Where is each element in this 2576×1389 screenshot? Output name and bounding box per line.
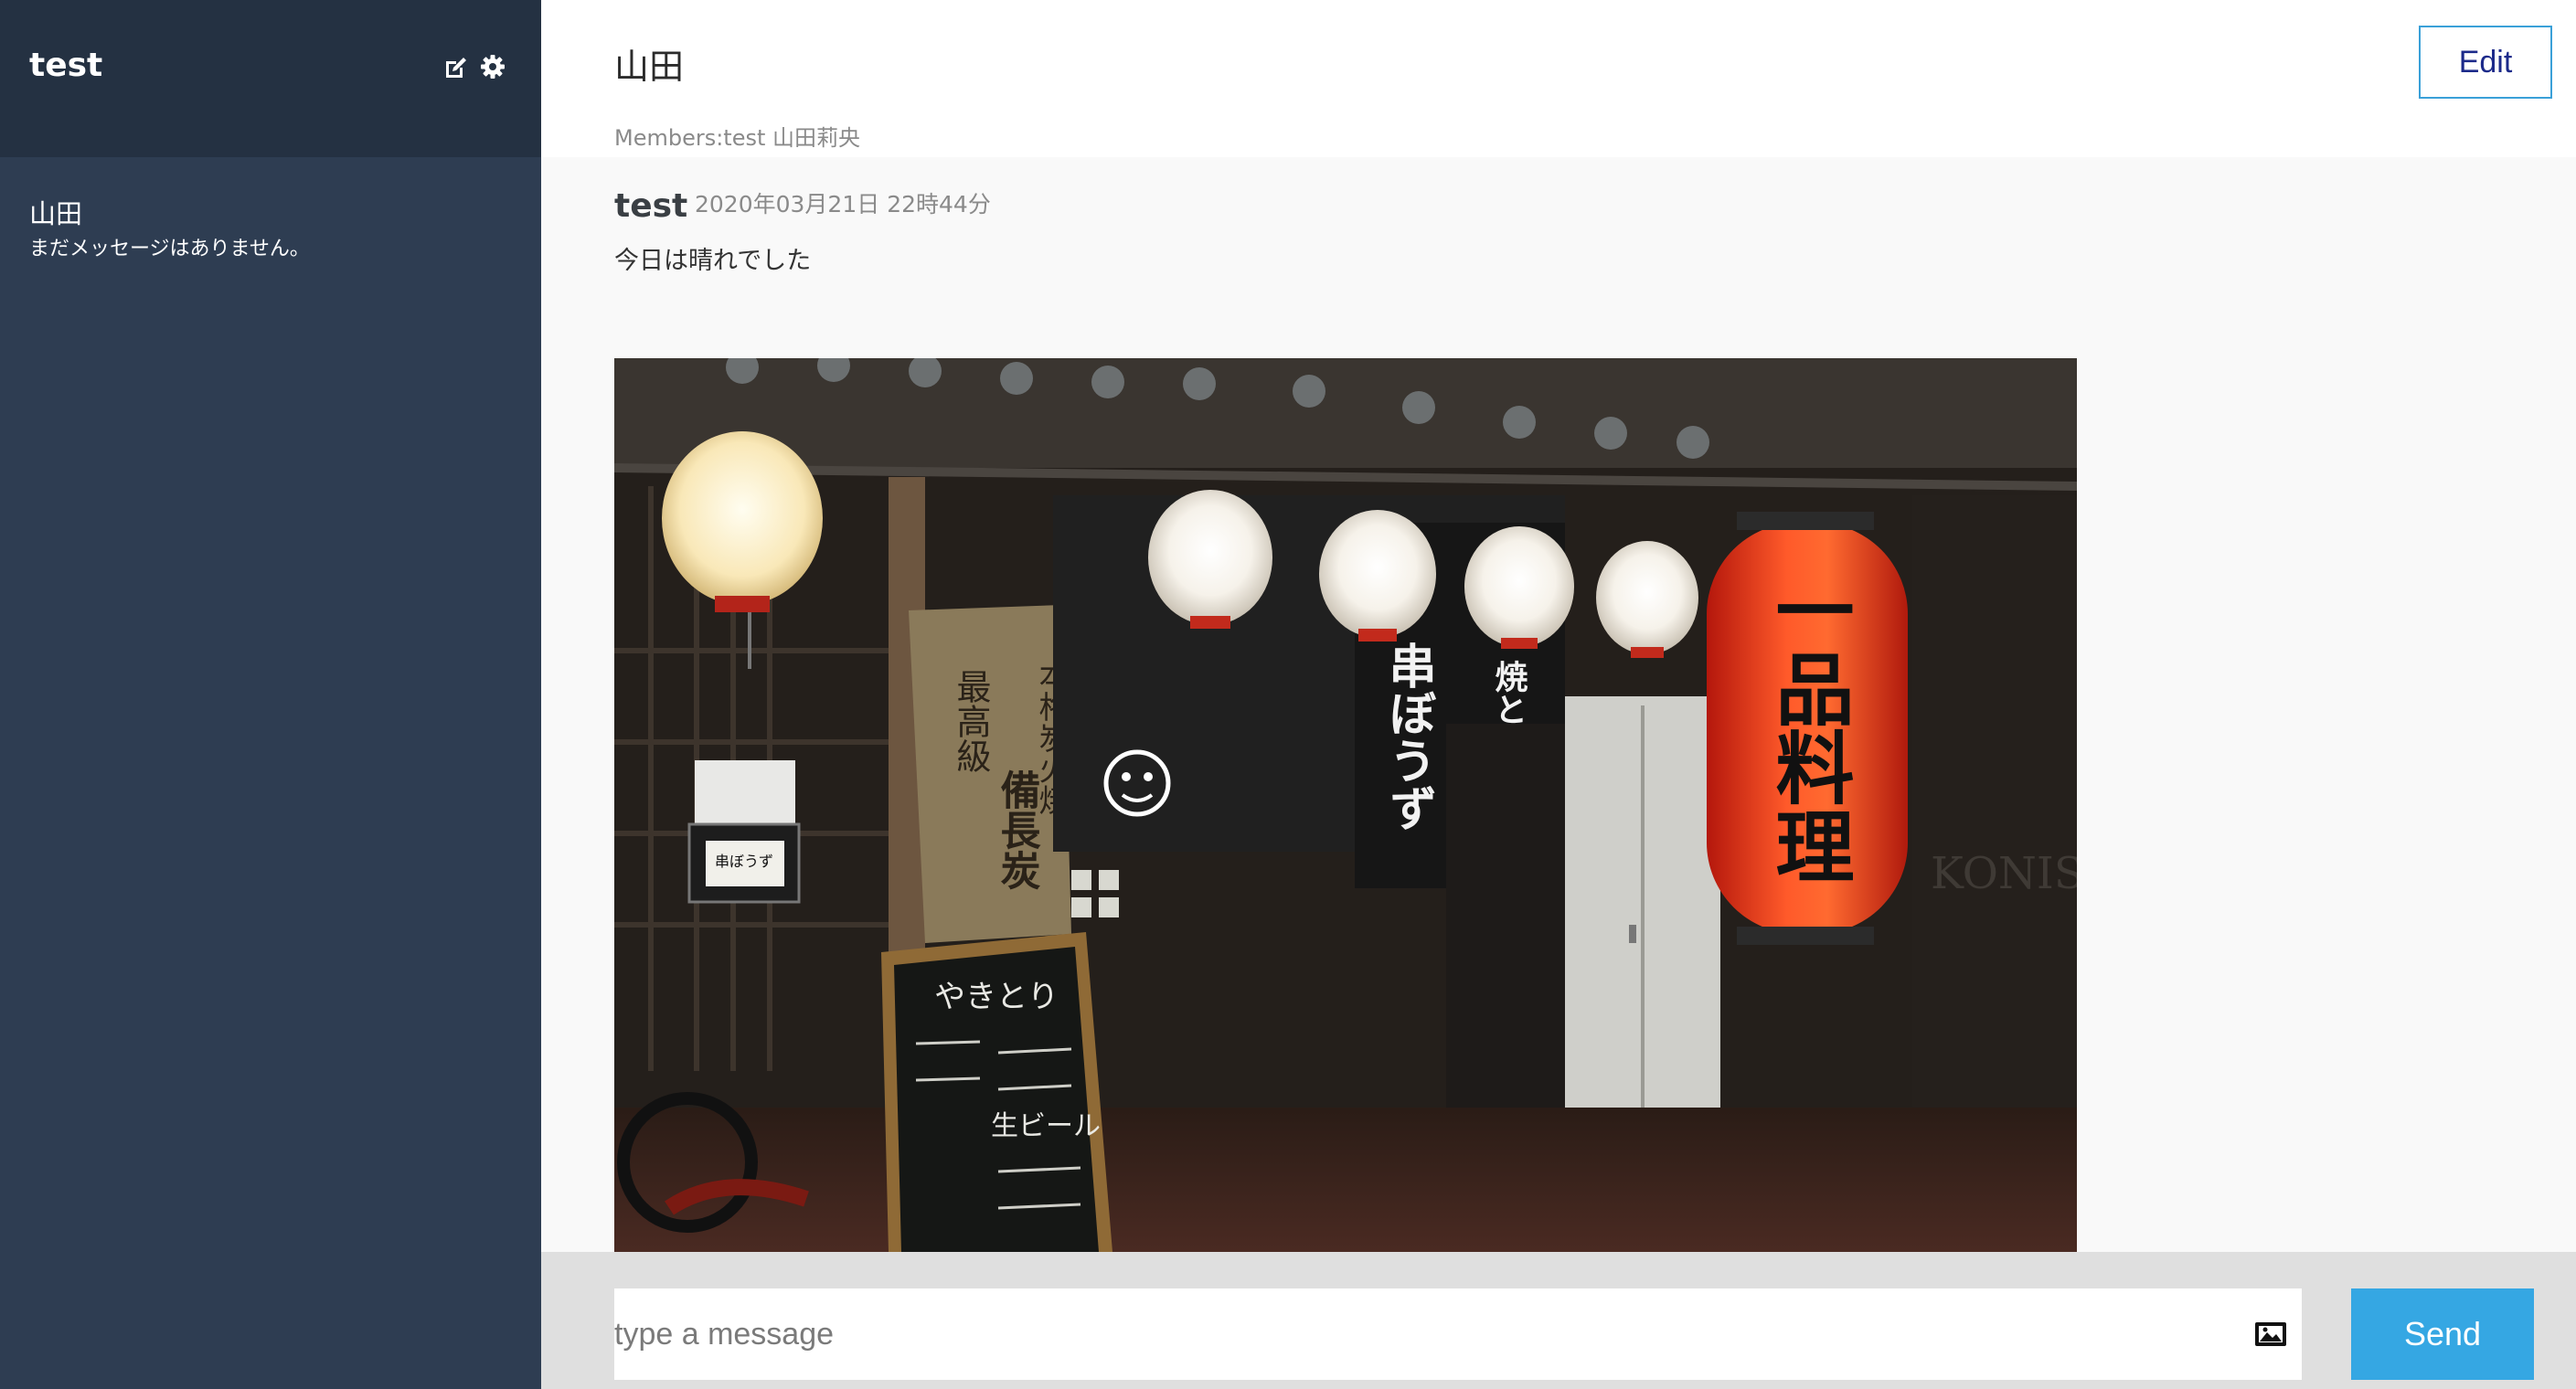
wood-sign-left: 最高級 — [951, 669, 991, 773]
wall-text: KONISO — [1931, 848, 2077, 899]
sidebar-item-room[interactable]: 山田 まだメッセージはありません。 — [29, 196, 523, 265]
lantern-text: 一品料理 — [1762, 570, 1854, 885]
edit-button[interactable]: Edit — [2419, 26, 2552, 99]
noren-text-1: 串ぼうず — [1380, 641, 1435, 832]
room-title: 山田 — [614, 47, 685, 87]
blackboard-beer: 生ビール — [991, 1110, 1101, 1142]
message-timestamp: 2020年03月21日 22時44分 — [695, 191, 991, 217]
main-panel: 山田 Members:test 山田莉央 Edit test 2020年03月2… — [541, 0, 2576, 1389]
chat-app: test 山田 まだメッセージはありません。 山田 Members:test 山… — [0, 0, 2576, 1389]
app-name: test — [29, 47, 103, 84]
message-input[interactable] — [614, 1288, 2302, 1380]
message-photo[interactable]: 串ぼうず 最高級 備長炭 本格炭火焼 串ぼうず 焼とり 一品料理 KONIS や… — [614, 358, 2077, 1252]
image-icon[interactable] — [2254, 1320, 2287, 1349]
message-composer: Send — [541, 1252, 2576, 1389]
room-last-message: まだメッセージはありません。 — [29, 238, 310, 260]
send-button[interactable]: Send — [2351, 1288, 2534, 1380]
blackboard-title: やきとり — [934, 979, 1059, 1015]
message-text: 今日は晴れでした — [614, 247, 812, 275]
izakaya-photo: 串ぼうず 最高級 備長炭 本格炭火焼 串ぼうず 焼とり 一品料理 KONIS や… — [614, 358, 2077, 1252]
members-list: Members:test 山田莉央 — [614, 125, 861, 151]
message-timeline[interactable]: test 2020年03月21日 22時44分 今日は晴れでした 串ぼうず 最高… — [541, 157, 2576, 1252]
edit-icon[interactable] — [442, 53, 470, 80]
sidebar-header: test — [0, 0, 541, 157]
room-name: 山田 — [29, 198, 83, 229]
gear-icon[interactable] — [479, 53, 506, 80]
sidebar: test 山田 まだメッセージはありません。 — [0, 0, 541, 1389]
small-plate-text: 串ぼうず — [715, 853, 773, 870]
message-author: test — [614, 187, 688, 225]
